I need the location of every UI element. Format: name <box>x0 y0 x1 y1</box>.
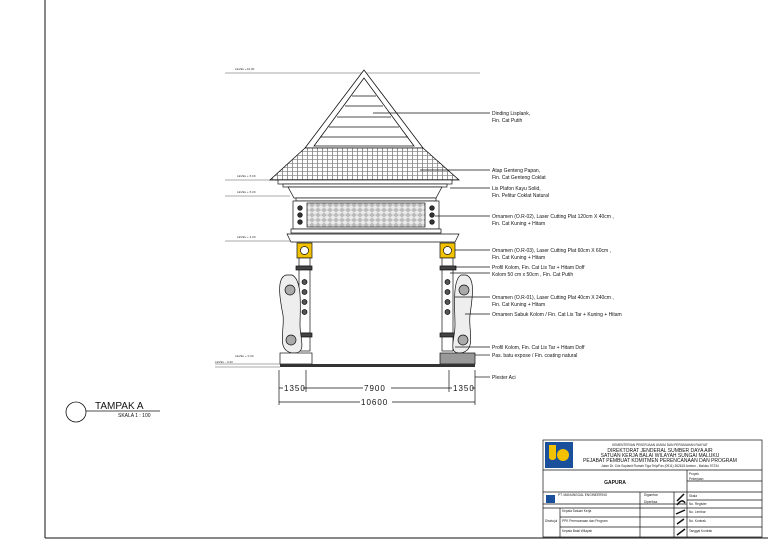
callout-label: Profil Kolom, Fin. Cat Lis Tar + Hitam D… <box>492 345 585 351</box>
view-scale: SKALA 1 : 100 <box>118 413 151 419</box>
callout-label: Fin. Cat Kuning + Hitam <box>492 221 545 227</box>
callout-label: Dinding Lisplank, <box>492 111 530 117</box>
level-label: LEVEL + 4.00 <box>237 235 256 239</box>
tb-skala: Skala <box>689 494 697 498</box>
callout-label: Ornamen (O.R-02), Laser Cutting Plat 120… <box>492 214 614 220</box>
callout-label: Fin. Cat Putih <box>492 118 523 124</box>
frieze <box>286 197 460 243</box>
tb-ministry: KEMENTERIAN PEKERJAAN UMUM DAN PERUMAHAN… <box>612 443 708 447</box>
left-column <box>279 242 313 365</box>
dimension-label: 10600 <box>361 398 388 407</box>
tb-no-register: No. Register <box>689 502 708 506</box>
tb-row: Kepala Satuan Kerja <box>562 509 591 513</box>
level-label: LEVEL - 0.30 <box>215 360 233 364</box>
callout-label: Ornamen Sabuk Kolom / Fin. Cat Lis Tar +… <box>492 312 622 318</box>
tb-consultant: PT. MANUNGGAL ENGINEERING <box>558 493 608 497</box>
tb-tanggal-kontrak: Tanggal Kontrak <box>689 529 712 533</box>
callout-label: Fin. Cat Kuning + Hitam <box>492 302 545 308</box>
callout-label: Atap Genteng Papan, <box>492 168 540 174</box>
tb-address: Jalan Dr. Cris Soplanit Rumah Tiga Telp/… <box>601 464 719 468</box>
callout-label: Fin. Cat Kuning + Hitam <box>492 255 545 261</box>
dimension-label: 1350 <box>453 384 475 393</box>
right-column <box>439 242 476 365</box>
tb-row: PPK Perencanaan dan Program <box>562 519 608 523</box>
tb-digambar: Digambar <box>644 493 659 497</box>
callout-labels: Dinding Lisplank, Fin. Cat Putih Atap Ge… <box>492 111 622 381</box>
level-label: LEVEL + 5.00 <box>237 190 256 194</box>
tb-no-kontrak: No. Kontrak <box>689 519 706 523</box>
level-labels: LEVEL +10.00 LEVEL + 5.60 LEVEL + 5.00 L… <box>215 67 256 364</box>
level-label: LEVEL + 0.00 <box>235 354 254 358</box>
callout-label: Ornamen (O.R-03), Laser Cutting Plat 60c… <box>492 248 611 254</box>
callout-label: Ornamen (O.R-01), Laser Cutting Plat 40c… <box>492 295 614 301</box>
callout-label: Lis Plafon Kayu Solid, <box>492 186 541 192</box>
roof-shingles <box>268 147 461 181</box>
tb-diperiksa: Diperiksa <box>644 500 658 504</box>
tb-drawing-name: GAPURA <box>604 480 626 486</box>
roof-gable <box>304 69 424 149</box>
tb-row: Kepala Balai Wilayah <box>562 529 592 533</box>
level-label: LEVEL + 5.60 <box>237 174 256 178</box>
cad-drawing: LEVEL +10.00 LEVEL + 5.60 LEVEL + 5.00 L… <box>44 0 768 539</box>
eave-band <box>277 179 453 199</box>
tb-no-lembar: No. Lembar <box>689 510 707 514</box>
pu-logo <box>545 442 573 468</box>
callout-label: Fin. Cat Genteng Coklat <box>492 175 546 181</box>
tb-proyek: Proyek <box>689 472 699 476</box>
dimension-label: 1350 <box>284 384 306 393</box>
dimension-label: 7900 <box>364 384 386 393</box>
ground-line <box>280 364 475 367</box>
callout-label: Profil Kolom, Fin. Cat Lis Tar + Hitam D… <box>492 265 585 271</box>
callout-label: Kolom 50 cm x 50cm , Fin. Cat Putih <box>492 272 573 278</box>
level-label: LEVEL +10.00 <box>235 67 255 71</box>
callout-label: Plester Aci <box>492 375 516 381</box>
callout-label: Pas. batu expose / Fin. coating natural <box>492 353 577 359</box>
callout-label: Fin. Pelitur Coklat Natural <box>492 193 549 199</box>
tb-disetujui: Disetujui <box>545 519 558 523</box>
tb-pekerjaan: Pekerjaan <box>689 477 704 481</box>
view-title: TAMPAK A <box>95 401 144 412</box>
view-marker-icon <box>65 401 87 423</box>
